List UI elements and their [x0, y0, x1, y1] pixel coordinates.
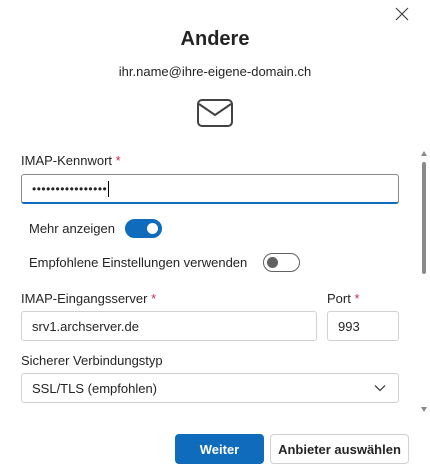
recommended-settings-label: Empfohlene Einstellungen verwenden [29, 255, 248, 270]
incoming-server-field[interactable]: srv1.archserver.de [21, 311, 317, 341]
settings-scroll-area[interactable]: IMAP-Kennwort * •••••••••••••••• Mehr an… [0, 140, 430, 410]
toggle-knob [147, 223, 158, 234]
scroll-down-icon[interactable] [421, 406, 427, 412]
required-marker: * [115, 153, 121, 168]
port-label: Port * [327, 291, 360, 306]
port-value: 993 [338, 318, 360, 334]
show-more-toggle[interactable] [125, 219, 162, 238]
scrollbar[interactable] [421, 150, 427, 412]
required-marker: * [354, 291, 360, 306]
close-icon [395, 7, 409, 21]
scrollbar-thumb[interactable] [422, 162, 426, 274]
show-more-row: Mehr anzeigen [29, 219, 162, 238]
scroll-up-icon[interactable] [421, 150, 427, 156]
text-caret [108, 180, 110, 197]
choose-provider-button[interactable]: Anbieter auswählen [270, 434, 409, 464]
incoming-server-label: IMAP-Eingangsserver * [21, 291, 157, 306]
close-button[interactable] [391, 3, 413, 25]
password-field[interactable]: •••••••••••••••• [21, 174, 399, 204]
recommended-settings-row: Empfohlene Einstellungen verwenden [29, 253, 301, 272]
next-button[interactable]: Weiter [175, 434, 264, 464]
chevron-down-icon [374, 385, 386, 392]
connection-type-label: Sicherer Verbindungstyp [21, 353, 163, 368]
recommended-settings-toggle[interactable] [263, 253, 301, 272]
password-value: •••••••••••••••• [32, 181, 108, 196]
connection-type-value: SSL/TLS (empfohlen) [32, 380, 158, 396]
password-label: IMAP-Kennwort * [21, 153, 121, 168]
required-marker: * [151, 291, 157, 306]
incoming-server-value: srv1.archserver.de [32, 318, 139, 334]
dialog-title: Andere [180, 28, 250, 50]
mail-icon [197, 99, 233, 127]
port-field[interactable]: 993 [327, 311, 399, 341]
connection-type-select[interactable]: SSL/TLS (empfohlen) [21, 373, 399, 403]
account-email: ihr.name@ihre-eigene-domain.ch [118, 64, 312, 79]
toggle-knob [267, 257, 279, 268]
show-more-label: Mehr anzeigen [29, 221, 115, 236]
account-setup-dialog: Andere ihr.name@ihre-eigene-domain.ch IM… [0, 0, 430, 476]
